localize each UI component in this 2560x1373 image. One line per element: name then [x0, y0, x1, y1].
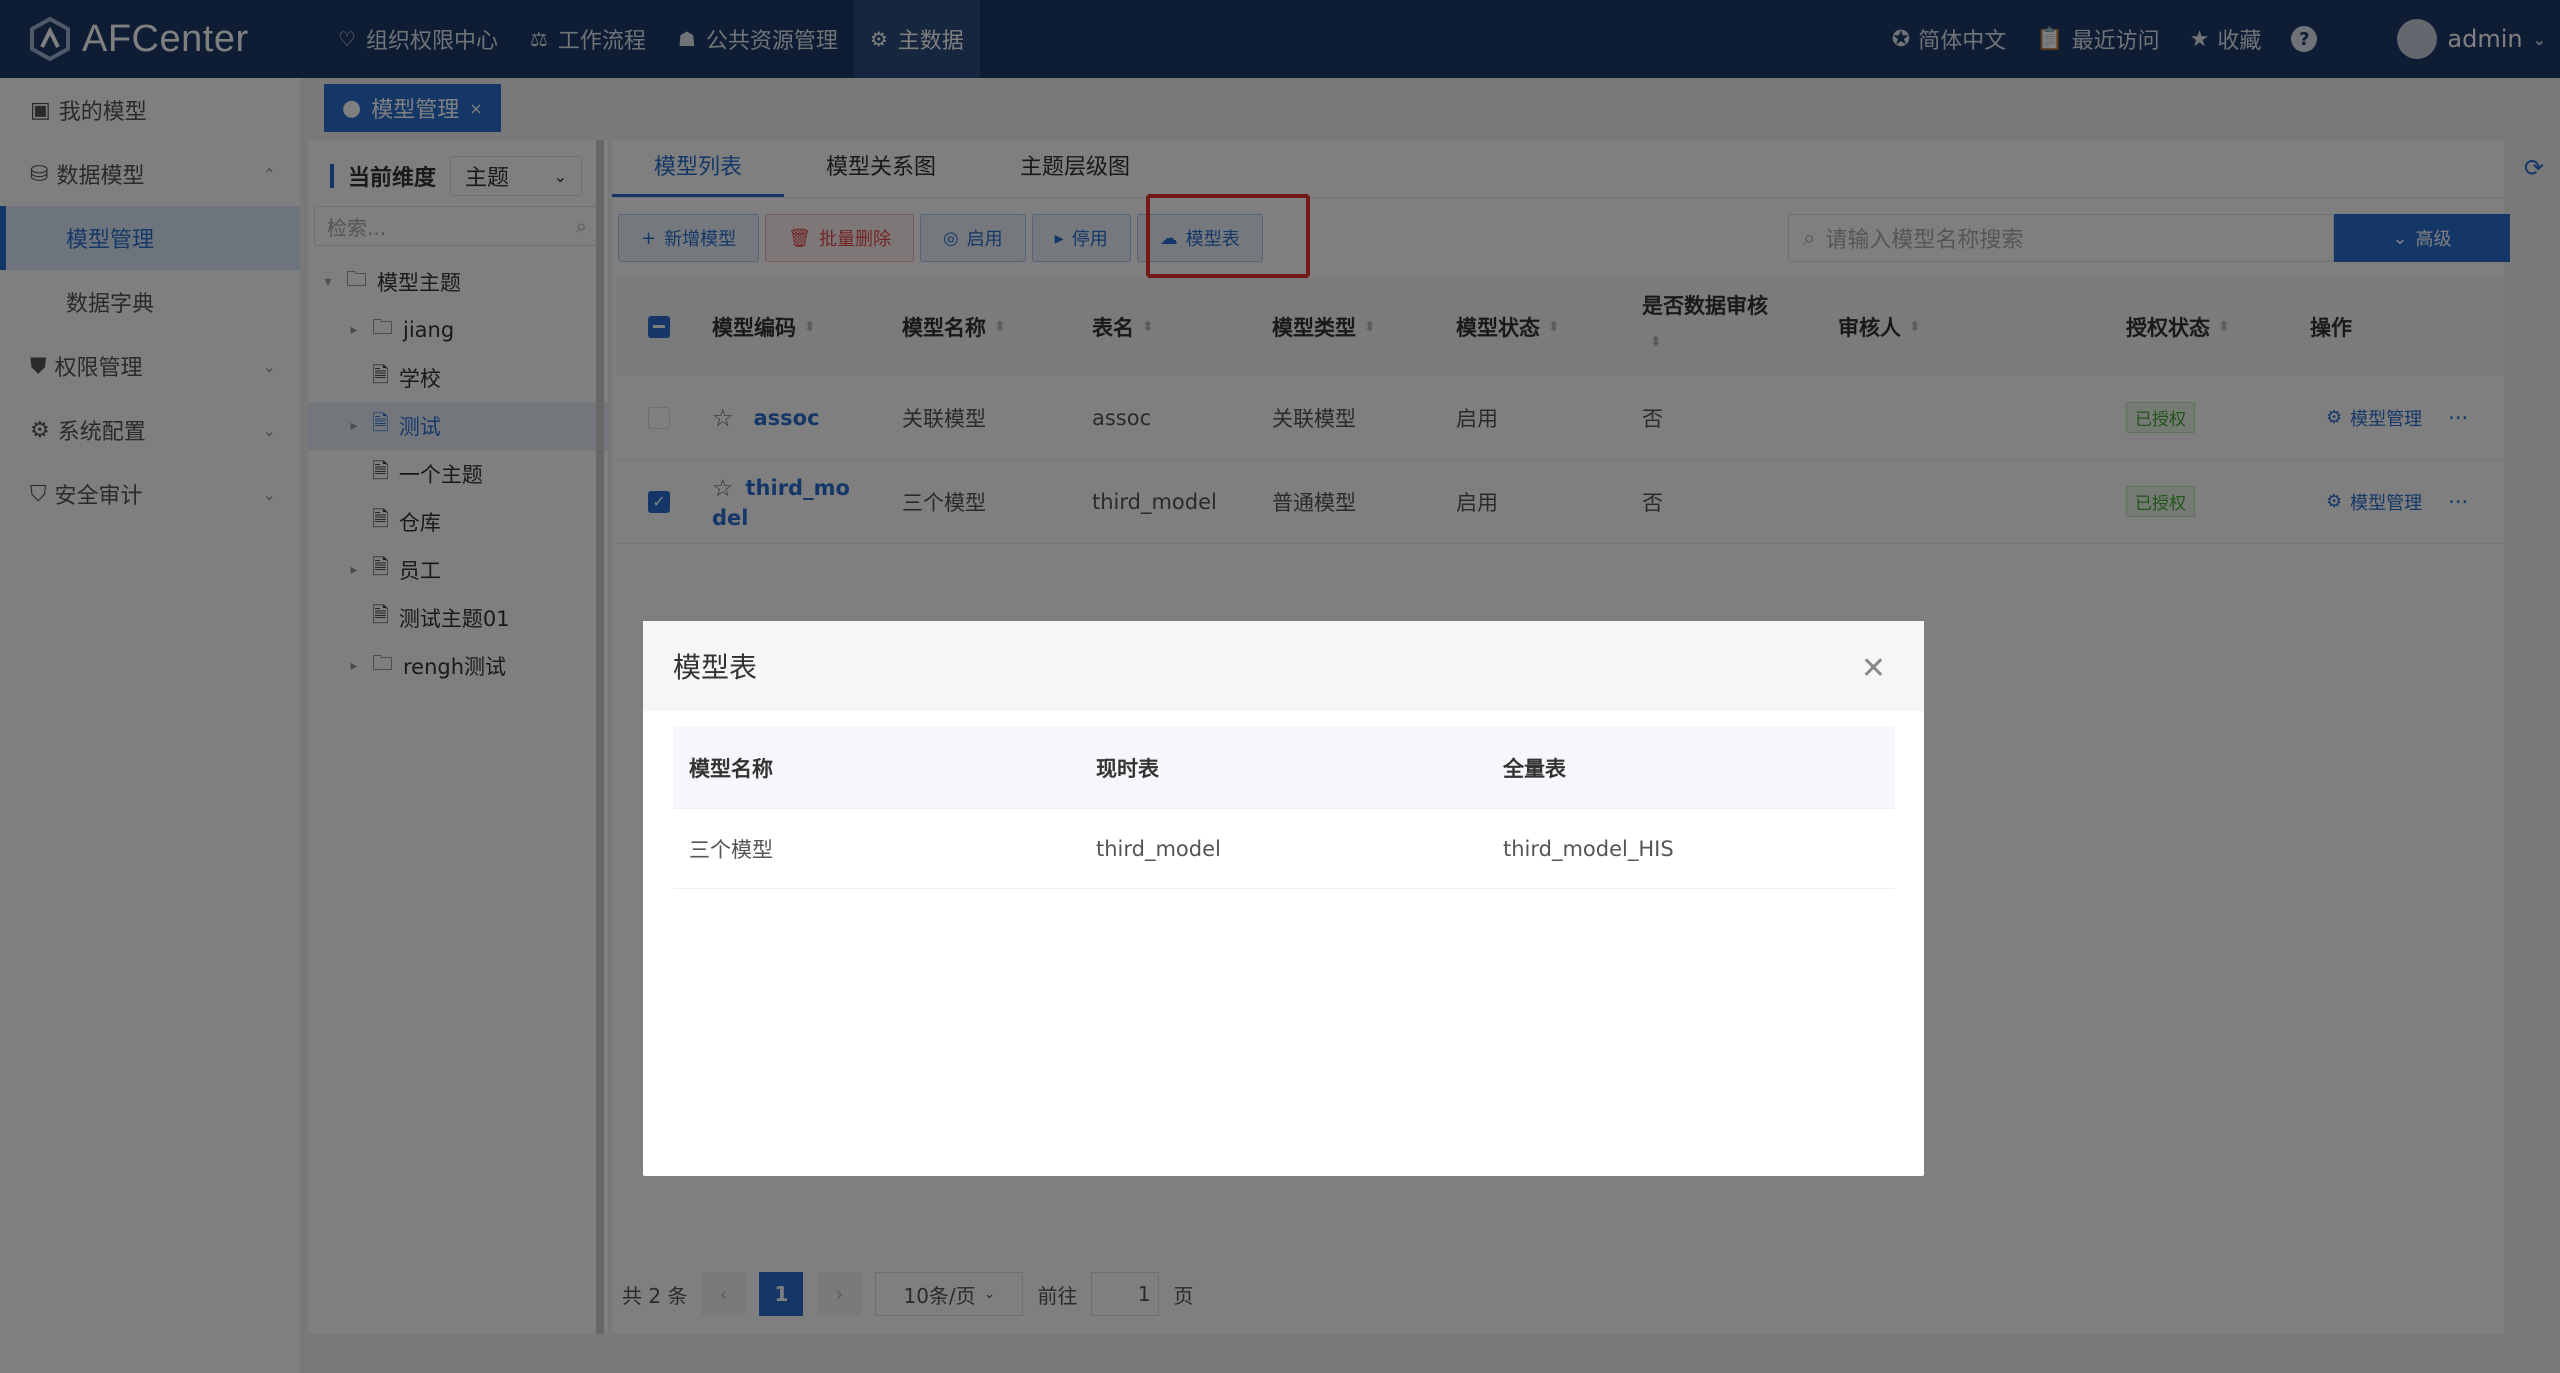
dialog-table-row: 三个模型 third_model third_model_HIS — [673, 809, 1895, 889]
col-full-table: 全量表 — [1503, 756, 1566, 781]
close-icon[interactable]: ✕ — [1861, 651, 1886, 686]
model-table-dialog: 模型表 ✕ 模型名称 现时表 全量表 三个模型 third_model thir… — [643, 621, 1924, 1176]
full-table-cell: third_model_HIS — [1503, 836, 1674, 861]
col-model-name: 模型名称 — [689, 756, 773, 781]
dialog-table: 模型名称 现时表 全量表 三个模型 third_model third_mode… — [673, 727, 1895, 889]
dialog-table-header: 模型名称 现时表 全量表 — [673, 727, 1895, 809]
current-table-cell: third_model — [1096, 836, 1221, 861]
dialog-title: 模型表 — [673, 651, 758, 684]
col-current-table: 现时表 — [1096, 756, 1159, 781]
dialog-header: 模型表 ✕ — [643, 621, 1924, 711]
model-name-cell: 三个模型 — [689, 837, 773, 862]
